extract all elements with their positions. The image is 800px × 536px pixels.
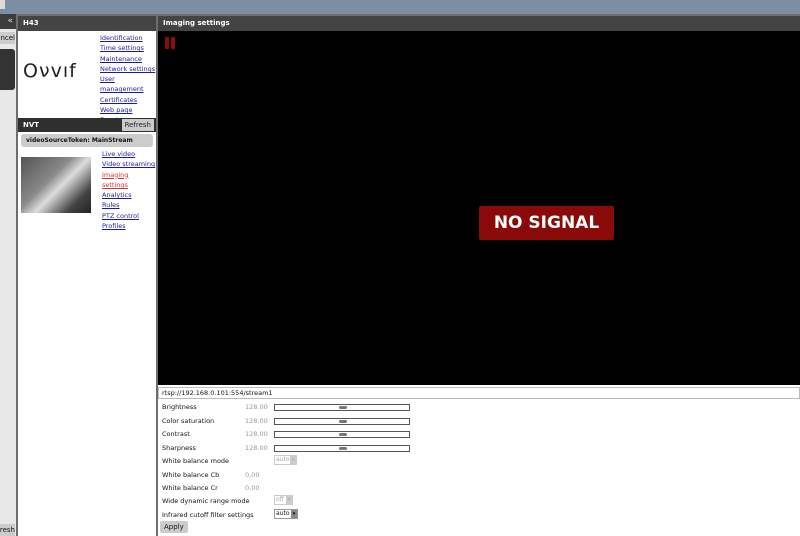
left-strip: « [0,14,16,536]
slider-handle[interactable] [339,406,347,409]
stream-url-field[interactable]: rtsp://192.168.0.101:554/stream1 [158,387,800,399]
slider-handle[interactable] [339,419,347,423]
device-links: Identification Time settings Maintenance… [100,33,156,126]
video-source-token[interactable]: videoSourceToken: MainStream [21,134,153,147]
slider-value: 128.00 [245,430,268,438]
refresh-button[interactable]: Refresh [121,119,154,131]
link-live-video[interactable]: Live video [102,149,156,159]
ir-value: auto [276,510,290,517]
left-strip-box [0,49,15,90]
nvt-links: Live video Video streaming Imaging setti… [102,149,156,231]
slider-handle[interactable] [339,446,347,450]
imaging-panel: Imaging settings NO SIGNAL rtsp://192.16… [158,16,800,536]
top-bar [0,0,800,14]
nvt-title: NVT [23,121,40,129]
slider-track[interactable] [274,444,410,452]
slider-value: 128.00 [245,443,268,452]
wb-cr-label: White balance Cr [162,484,218,492]
slider-value: 128.00 [245,403,268,411]
link-maintenance[interactable]: Maintenance [100,54,156,64]
nvt-header: NVT Refresh [18,118,156,132]
chevron-down-icon: ▾ [291,510,297,518]
device-panel: H43 Ονvıf Identification Time settings M… [18,16,156,536]
slider-track[interactable] [274,417,410,425]
slider-value: 128.00 [245,416,268,425]
device-title: H43 [18,16,156,31]
top-bar-button[interactable] [0,0,5,9]
link-identification[interactable]: Identification [100,33,156,43]
apply-button[interactable]: Apply [160,521,188,533]
link-ptz-control[interactable]: PTZ control [102,211,156,221]
link-imaging-settings[interactable]: Imaging settings [102,170,156,191]
link-user-management[interactable]: User management [100,74,156,95]
wb-cb-value: 0,00 [245,471,260,479]
link-certificates[interactable]: Certificates [100,95,156,105]
link-video-streaming[interactable]: Video streaming [102,159,156,169]
link-network-settings[interactable]: Network settings [100,64,156,74]
chevron-down-icon: ▾ [286,496,292,504]
wb-mode-value: auto [276,456,290,463]
link-time-settings[interactable]: Time settings [100,43,156,53]
link-analytics[interactable]: Analytics [102,190,156,200]
video-player[interactable]: NO SIGNAL [158,31,800,385]
slider-handle[interactable] [339,433,347,436]
cancel-button[interactable]: Cancel [0,32,15,44]
collapse-button[interactable]: « [0,14,16,29]
left-refresh-button[interactable]: Refresh [0,524,15,536]
wb-mode-label: White balance mode [162,457,230,465]
link-rules[interactable]: Rules [102,200,156,210]
slider-label: Color saturation [162,416,215,425]
onvif-logo: Ονvıf [23,60,77,82]
wdr-value: off [276,496,284,503]
ir-label: Infrared cutoff filter settings [162,511,254,519]
link-web-page[interactable]: Web page [100,105,156,115]
imaging-title: Imaging settings [158,16,800,31]
slider-track[interactable] [274,431,410,438]
no-signal-label: NO SIGNAL [479,206,614,240]
wb-mode-select[interactable]: auto ▾ [274,455,297,465]
video-thumbnail[interactable] [21,157,91,213]
slider-label: Sharpness [162,443,196,452]
wb-cb-label: White balance Cb [162,471,220,479]
wb-cr-value: 0,00 [245,484,260,492]
link-profiles[interactable]: Profiles [102,221,156,231]
slider-label: Contrast [162,430,190,438]
slider-label: Brightness [162,403,197,411]
ir-select[interactable]: auto ▾ [274,509,298,519]
pause-icon[interactable] [165,37,176,49]
wdr-label: Wide dynamic range mode [162,497,250,505]
chevron-down-icon: ▾ [290,456,296,464]
wdr-select[interactable]: off ▾ [274,495,293,505]
slider-track[interactable] [274,404,410,411]
